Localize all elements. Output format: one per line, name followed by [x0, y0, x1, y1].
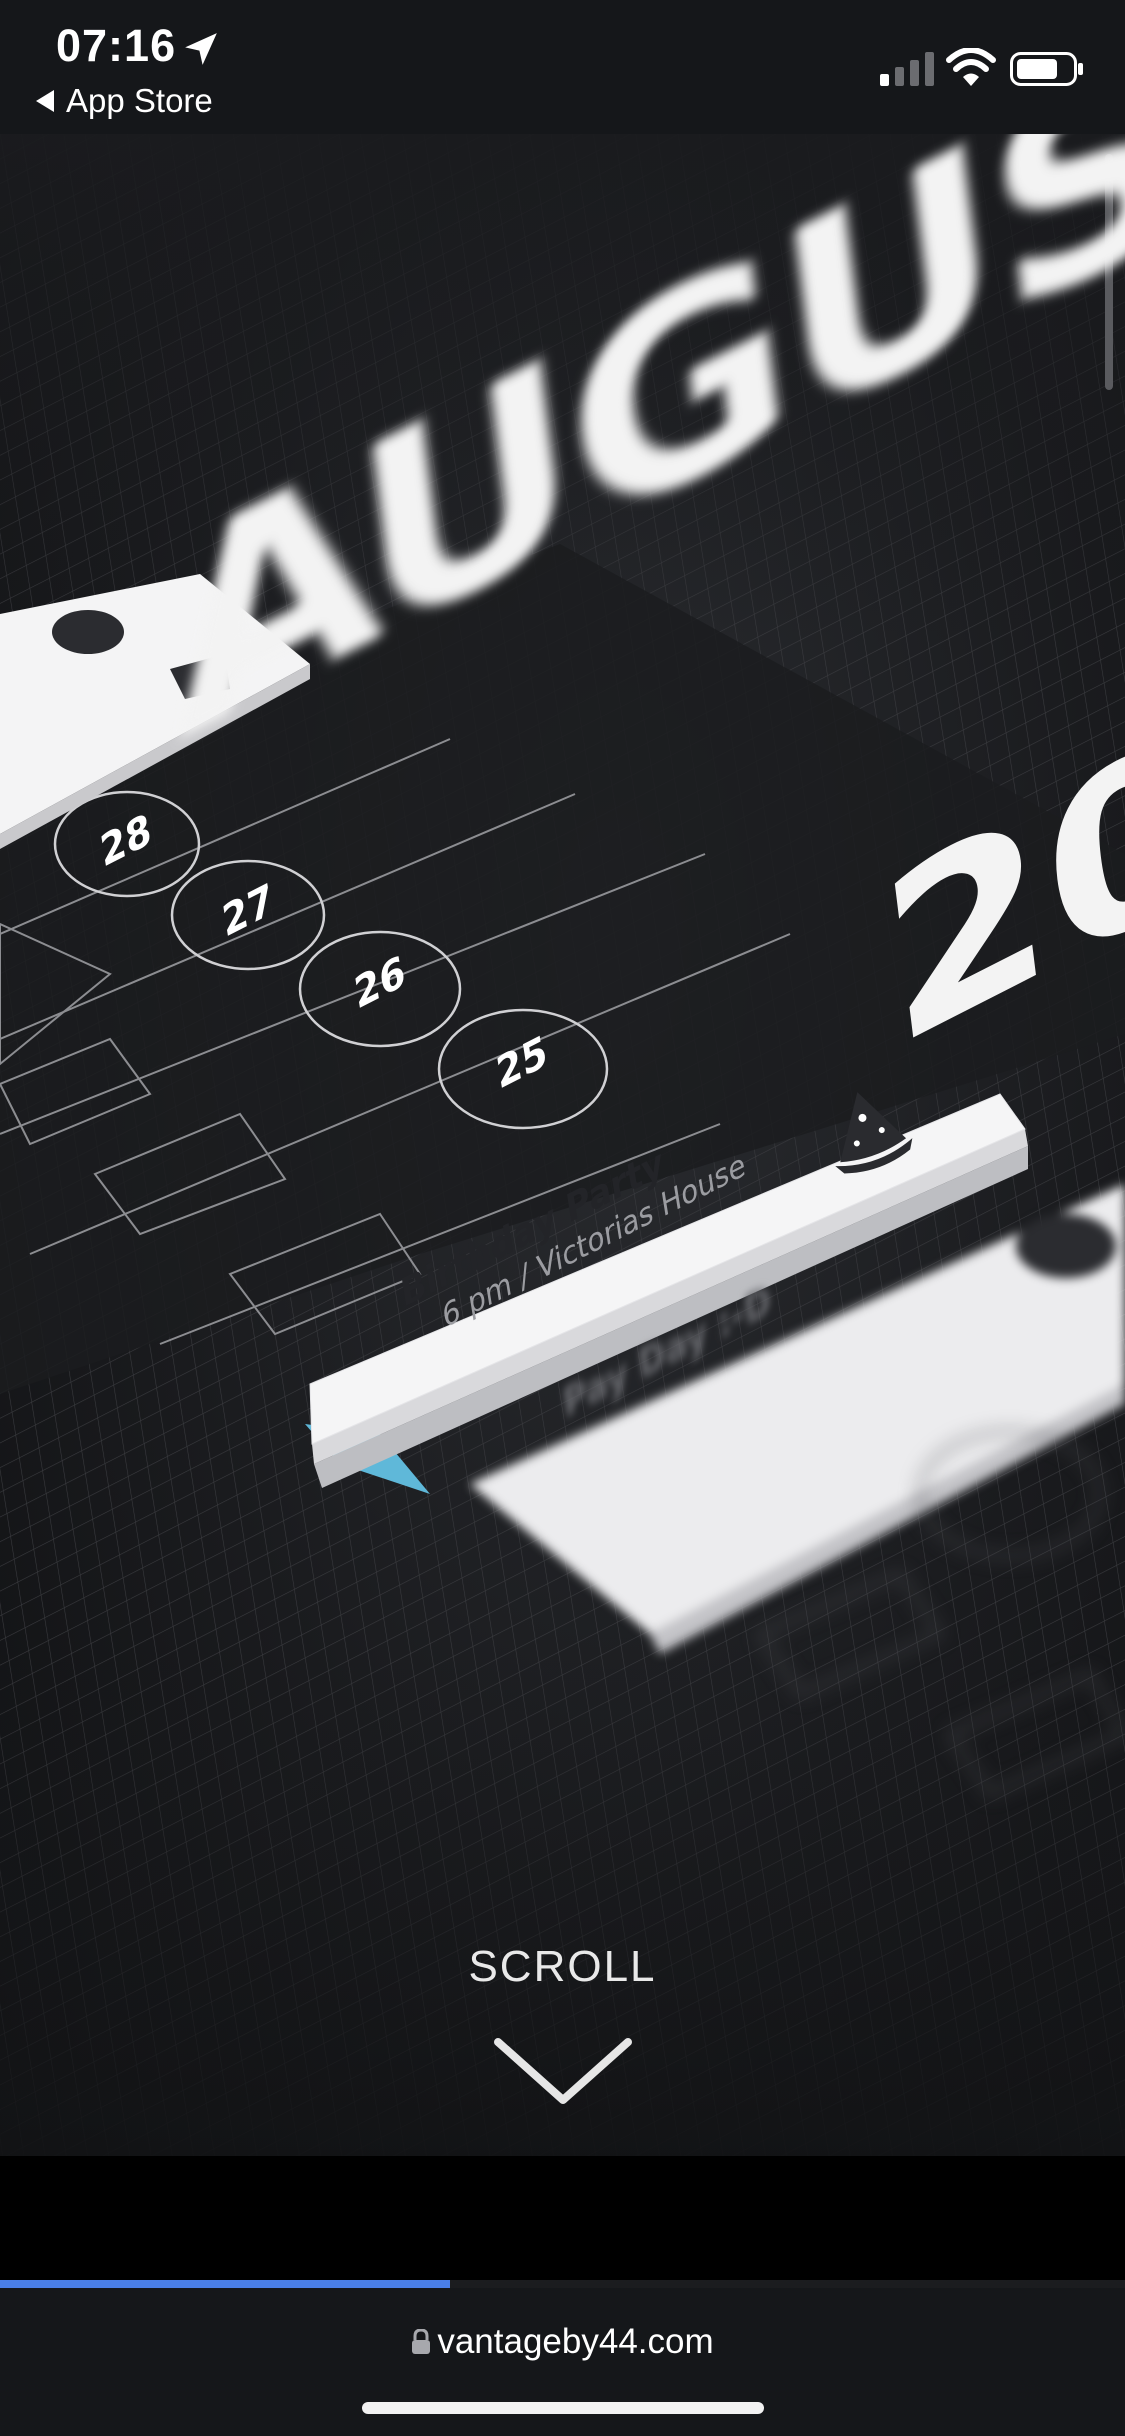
- hero-section: AUGUST 20 28 27 26 25 Birthday Party 6 p…: [0, 134, 1125, 2156]
- wifi-icon: [946, 48, 996, 86]
- home-indicator[interactable]: [362, 2402, 764, 2414]
- page-bottom-band: [0, 2156, 1125, 2280]
- page-load-progress-fill: [0, 2280, 450, 2288]
- location-arrow-icon: [185, 33, 217, 65]
- battery-icon: [1010, 52, 1083, 86]
- lock-icon: [412, 2329, 431, 2354]
- scroll-label[interactable]: SCROLL: [0, 1942, 1125, 1992]
- url-display[interactable]: vantageby44.com: [0, 2322, 1125, 2362]
- page-load-progress: [0, 2280, 1125, 2288]
- status-bar: 07:16 App Store: [0, 0, 1125, 134]
- back-label: App Store: [66, 82, 213, 119]
- browser-address-bar[interactable]: vantageby44.com: [0, 2288, 1125, 2436]
- status-time: 07:16: [56, 20, 177, 71]
- chevron-down-icon[interactable]: [492, 2034, 634, 2110]
- cellular-signal-icon: [880, 52, 934, 86]
- back-to-app-store[interactable]: App Store: [36, 82, 213, 120]
- url-text: vantageby44.com: [437, 2322, 714, 2361]
- back-arrow-icon: [36, 90, 54, 112]
